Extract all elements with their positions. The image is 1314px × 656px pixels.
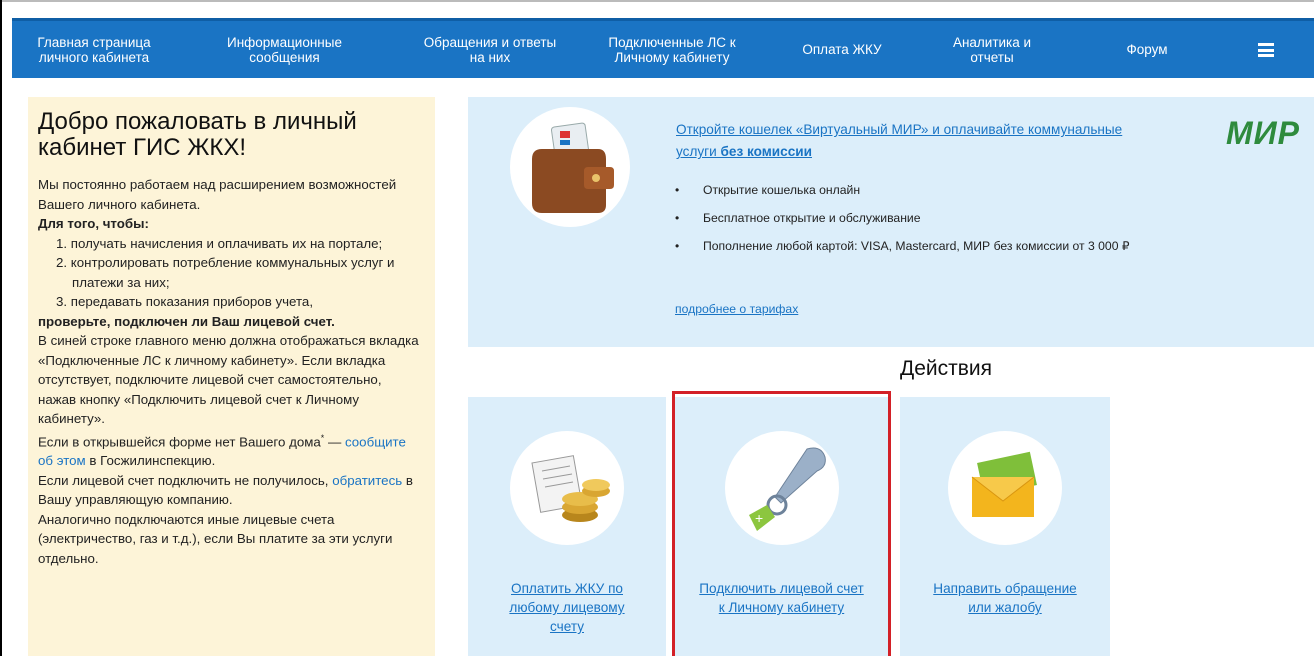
contact-link[interactable]: обратитесь (332, 473, 402, 488)
text: в Госжилинспекцию. (85, 453, 216, 469)
list-item: Бесплатное открытие и обслуживание (675, 211, 1145, 225)
welcome-intro: Мы постоянно работаем над расширением во… (38, 177, 397, 212)
mir-logo: МИР (1225, 115, 1300, 151)
nav-item-connected-accounts[interactable]: Подключенные ЛС к Личному кабинету (597, 21, 747, 78)
list-item: Пополнение любой картой: VISA, Mastercar… (675, 239, 1145, 253)
welcome-para1: В синей строке главного меню должна отоб… (38, 333, 419, 426)
text: — (324, 433, 345, 449)
mir-promo-banner: Откройте кошелек «Виртуальный МИР» и опл… (468, 97, 1314, 347)
nav-item-label: отчеты (970, 49, 1014, 65)
left-border (0, 0, 2, 656)
text: без комиссии (720, 144, 813, 159)
promo-bullets: Открытие кошелька онлайн Бесплатное откр… (675, 183, 1145, 267)
highlight-frame (672, 391, 891, 656)
appeal-card-label[interactable]: Направить обращение или жалобу (900, 579, 1110, 617)
nav-item-label: Обращения и ответы (423, 34, 557, 50)
nav-item-label: Форум (1126, 42, 1168, 57)
pay-card-label[interactable]: Оплатить ЖКУ по любому лицевому счету (468, 579, 666, 636)
welcome-title: Добро пожаловать в личный кабинет ГИС ЖК… (38, 108, 357, 161)
nav-item-appeals[interactable]: Обращения и ответы на них (410, 21, 570, 78)
welcome-para2: Если в открывшейся форме нет Вашего дома… (38, 429, 423, 471)
promo-title-link[interactable]: Откройте кошелек «Виртуальный МИР» и опл… (676, 119, 1136, 163)
list-item: 2. контролировать потребление коммунальн… (56, 255, 395, 290)
nav-item-label: на них (469, 49, 511, 65)
text: Если лицевой счет подключить не получило… (38, 472, 333, 488)
nav-item-label: Информационные (227, 34, 342, 50)
welcome-para4: Аналогично подключаются иные лицевые сче… (38, 511, 393, 566)
main-nav: Главная страница личного кабинета Информа… (12, 18, 1314, 78)
nav-item-label: Аналитика и (952, 34, 1032, 50)
hamburger-icon[interactable] (1258, 43, 1274, 57)
envelope-icon (948, 431, 1062, 545)
nav-item-label: Подключенные ЛС к (608, 34, 736, 50)
nav-item-label: Главная страница (37, 34, 151, 50)
top-border (0, 0, 1314, 2)
welcome-for-that: Для того, чтобы: (38, 216, 149, 231)
welcome-para3: Если лицевой счет подключить не получило… (38, 471, 423, 510)
nav-item-label: личного кабинета (38, 49, 150, 65)
nav-item-label: Оплата ЖКУ (802, 42, 882, 57)
actions-heading: Действия (899, 357, 992, 380)
list-item: Открытие кошелька онлайн (675, 183, 1145, 197)
list-item: 3. передавать показания приборов учета, (56, 294, 314, 309)
nav-item-payment[interactable]: Оплата ЖКУ (792, 21, 892, 78)
receipt-coins-icon (510, 431, 624, 545)
tariffs-link[interactable]: подробнее о тарифах (675, 302, 798, 316)
page: Главная страница личного кабинета Информа… (0, 0, 1314, 656)
list-item: 1. получать начисления и оплачивать их н… (56, 235, 383, 251)
nav-item-analytics[interactable]: Аналитика и отчеты (937, 21, 1047, 78)
nav-item-forum[interactable]: Форум (1107, 21, 1187, 78)
nav-item-home[interactable]: Главная страница личного кабинета (28, 21, 160, 78)
text: Если в открывшейся форме нет Вашего дома (38, 433, 321, 449)
nav-item-label: сообщения (249, 49, 320, 65)
welcome-panel: Добро пожаловать в личный кабинет ГИС ЖК… (28, 97, 435, 656)
wallet-icon (510, 107, 630, 227)
welcome-check: проверьте, подключен ли Ваш лицевой счет… (38, 313, 335, 329)
nav-item-messages[interactable]: Информационные сообщения (217, 21, 352, 78)
action-card-pay[interactable]: Оплатить ЖКУ по любому лицевому счету (468, 397, 666, 656)
nav-item-label: Личному кабинету (614, 49, 730, 65)
action-card-appeal[interactable]: Направить обращение или жалобу (900, 397, 1110, 656)
welcome-list: 1. получать начисления и оплачивать их н… (56, 234, 423, 312)
